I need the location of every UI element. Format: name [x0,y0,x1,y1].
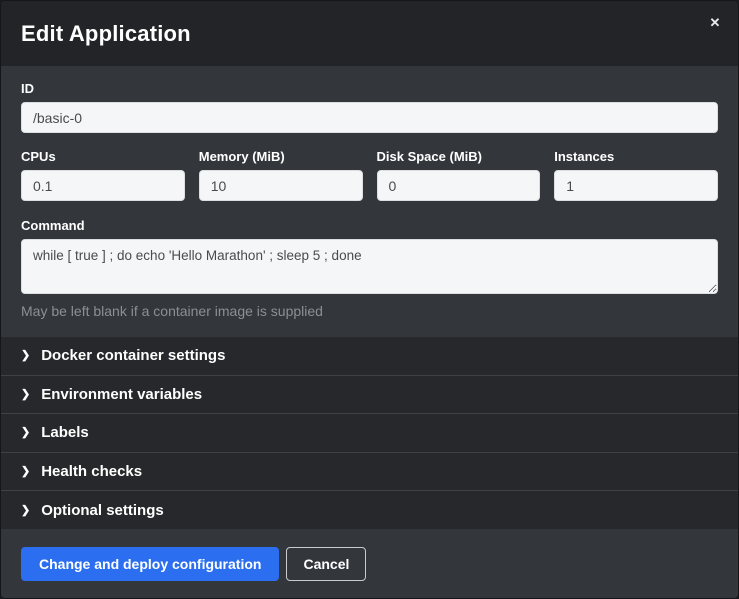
section-health-checks[interactable]: ❯ Health checks [1,452,738,491]
change-and-deploy-button[interactable]: Change and deploy configuration [21,547,279,581]
chevron-right-icon: ❯ [21,349,30,362]
memory-label: Memory (MiB) [199,149,363,164]
chevron-right-icon: ❯ [21,387,30,400]
id-input[interactable] [21,102,718,133]
modal-header: Edit Application ✕ [1,1,738,66]
chevron-right-icon: ❯ [21,503,30,516]
command-help-text: May be left blank if a container image i… [21,303,718,319]
section-docker-container-settings[interactable]: ❯ Docker container settings [1,337,738,375]
disk-space-input[interactable] [377,170,541,201]
instances-input[interactable] [554,170,718,201]
id-label: ID [21,81,718,96]
cancel-button[interactable]: Cancel [286,547,366,581]
instances-field-group: Instances [554,149,718,201]
section-environment-variables[interactable]: ❯ Environment variables [1,375,738,414]
disk-space-field-group: Disk Space (MiB) [377,149,541,201]
edit-application-modal: Edit Application ✕ ID CPUs Memory (MiB) … [0,0,739,599]
cpus-label: CPUs [21,149,185,164]
chevron-right-icon: ❯ [21,426,30,439]
section-labels[interactable]: ❯ Labels [1,413,738,452]
memory-input[interactable] [199,170,363,201]
command-label: Command [21,218,718,233]
disk-space-label: Disk Space (MiB) [377,149,541,164]
collapsible-sections: ❯ Docker container settings ❯ Environmen… [1,337,738,529]
application-form: ID CPUs Memory (MiB) Disk Space (MiB) In… [1,66,738,337]
command-textarea[interactable]: while [ true ] ; do echo 'Hello Marathon… [21,239,718,294]
chevron-right-icon: ❯ [21,465,30,478]
resource-fields-row: CPUs Memory (MiB) Disk Space (MiB) Insta… [21,149,718,201]
section-label: Docker container settings [41,347,225,364]
memory-field-group: Memory (MiB) [199,149,363,201]
section-label: Health checks [41,463,142,480]
section-label: Labels [41,424,89,441]
modal-footer: Change and deploy configuration Cancel [1,529,738,598]
modal-title: Edit Application [21,21,191,47]
cpus-input[interactable] [21,170,185,201]
section-optional-settings[interactable]: ❯ Optional settings [1,490,738,529]
instances-label: Instances [554,149,718,164]
cpus-field-group: CPUs [21,149,185,201]
section-label: Environment variables [41,386,202,403]
close-icon[interactable]: ✕ [706,14,724,32]
command-field-group: Command while [ true ] ; do echo 'Hello … [21,218,718,319]
id-field-group: ID [21,81,718,133]
section-label: Optional settings [41,502,164,519]
